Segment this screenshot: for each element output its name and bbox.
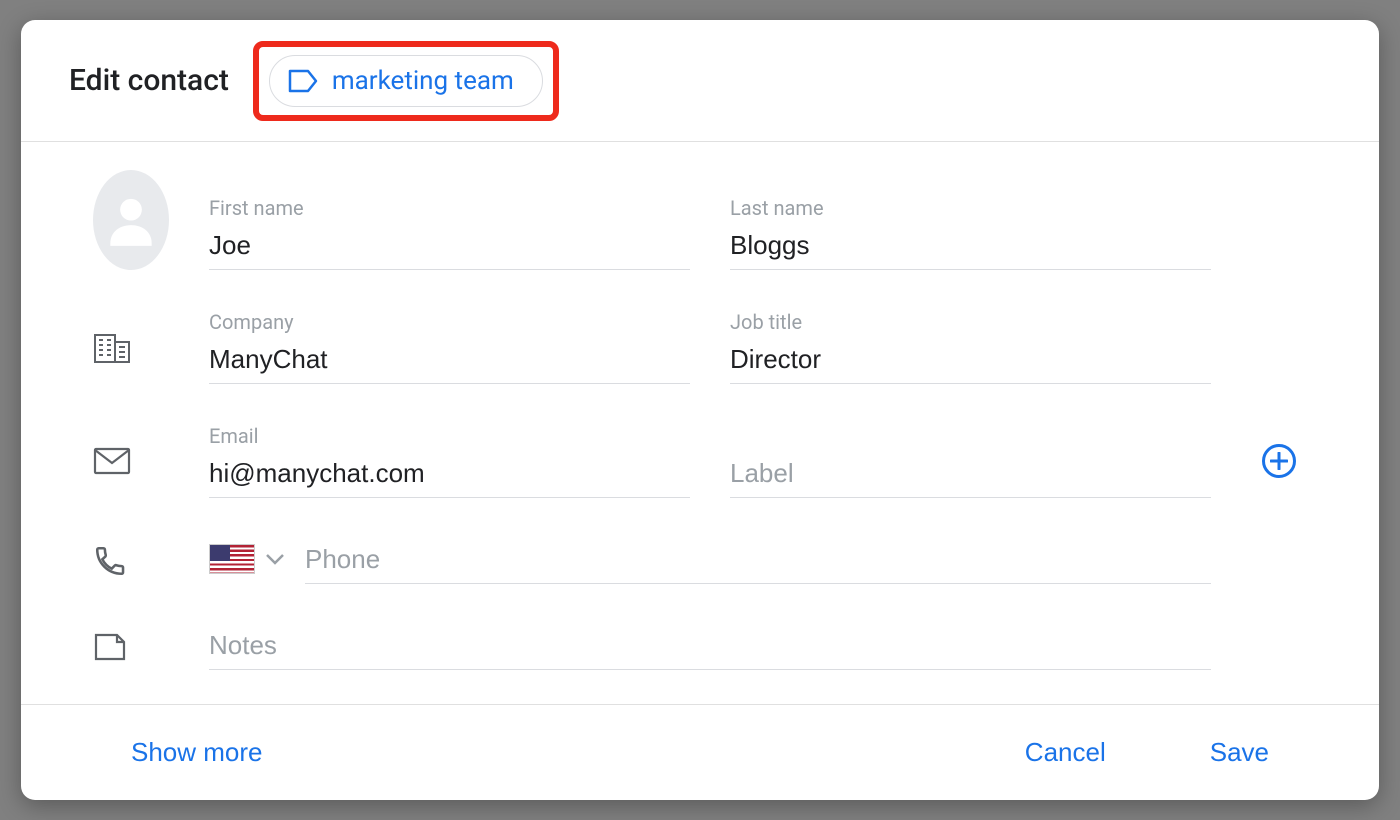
- last-name-input[interactable]: [730, 224, 1211, 270]
- dialog-backdrop: Edit contact marketing team: [0, 0, 1400, 820]
- dialog-footer: Show more Cancel Save: [21, 704, 1379, 800]
- notes-field-container: [209, 624, 1211, 670]
- job-title-field-container: Job title: [730, 310, 1211, 384]
- phone-input[interactable]: [305, 538, 1211, 584]
- email-label: Email: [209, 424, 690, 448]
- first-name-field-container: First name: [209, 196, 690, 270]
- flag-us-icon: [209, 544, 255, 574]
- save-button[interactable]: Save: [1194, 729, 1285, 776]
- notes-input[interactable]: [209, 624, 1211, 670]
- last-name-field-container: Last name: [730, 196, 1211, 270]
- email-envelope-icon: [93, 446, 131, 476]
- email-label-input[interactable]: [730, 452, 1211, 498]
- avatar-placeholder-icon[interactable]: [93, 170, 169, 270]
- dialog-body: First name Last name: [21, 142, 1379, 704]
- phone-field-container: [305, 538, 1211, 584]
- last-name-label: Last name: [730, 196, 1211, 220]
- first-name-label: First name: [209, 196, 690, 220]
- job-title-input[interactable]: [730, 338, 1211, 384]
- chevron-down-icon: [265, 553, 285, 565]
- email-field-container: Email: [209, 424, 690, 498]
- contact-label-chip-text: marketing team: [332, 66, 514, 96]
- cancel-button[interactable]: Cancel: [1009, 729, 1122, 776]
- company-building-icon: [93, 330, 131, 364]
- first-name-input[interactable]: [209, 224, 690, 270]
- contact-label-chip[interactable]: marketing team: [269, 55, 543, 107]
- add-email-button[interactable]: [1262, 444, 1296, 478]
- edit-contact-dialog: Edit contact marketing team: [21, 20, 1379, 800]
- name-row: First name Last name: [93, 170, 1307, 270]
- phone-icon: [93, 544, 127, 578]
- phone-country-picker[interactable]: [209, 544, 285, 584]
- notes-page-icon: [93, 631, 127, 663]
- company-input[interactable]: [209, 338, 690, 384]
- company-row: Company Job title: [93, 310, 1307, 384]
- email-label-field-container: .: [730, 424, 1211, 498]
- plus-icon: [1270, 452, 1288, 470]
- label-tag-icon: [288, 69, 318, 93]
- show-more-button[interactable]: Show more: [115, 729, 279, 776]
- company-field-container: Company: [209, 310, 690, 384]
- job-title-label: Job title: [730, 310, 1211, 334]
- phone-row: [93, 538, 1307, 584]
- company-label: Company: [209, 310, 690, 334]
- email-row: Email .: [93, 424, 1307, 498]
- email-input[interactable]: [209, 452, 690, 498]
- label-chip-highlight-box: marketing team: [253, 41, 559, 121]
- dialog-header: Edit contact marketing team: [21, 20, 1379, 142]
- notes-row: [93, 624, 1307, 670]
- dialog-title: Edit contact: [69, 63, 229, 98]
